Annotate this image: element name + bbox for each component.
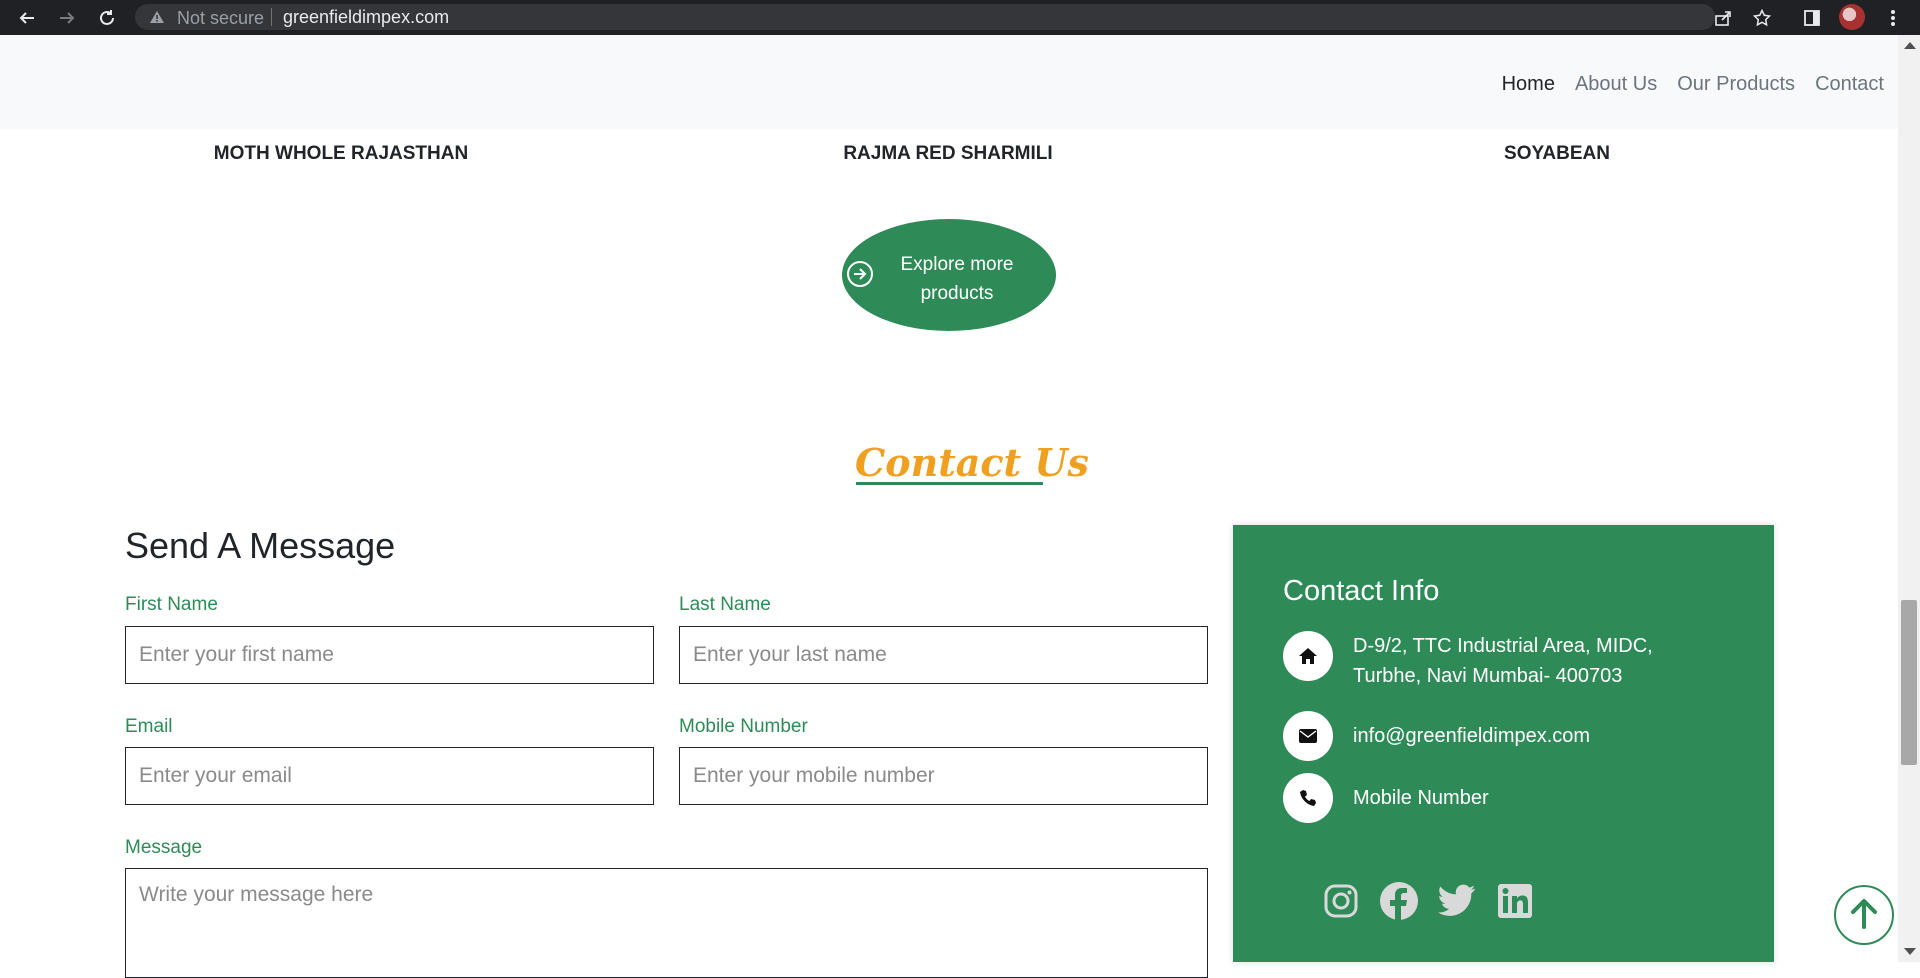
scroll-up-arrow[interactable] xyxy=(1904,42,1916,49)
email-input[interactable] xyxy=(125,747,654,805)
phone-text[interactable]: Mobile Number xyxy=(1353,783,1489,813)
address-row: D-9/2, TTC Industrial Area, MIDC, Turbhe… xyxy=(1283,631,1673,691)
security-label: Not secure xyxy=(177,8,265,28)
form-heading: Send A Message xyxy=(125,525,396,566)
phone-row: Mobile Number xyxy=(1283,773,1489,823)
contact-section-title: Contact Us xyxy=(855,440,1089,485)
nav-our-products[interactable]: Our Products xyxy=(1677,73,1795,96)
scrollbar-thumb[interactable] xyxy=(1901,600,1917,765)
url-text[interactable]: greenfieldimpex.com xyxy=(283,7,449,28)
side-panel-icon[interactable] xyxy=(1799,5,1825,31)
omnibox-divider xyxy=(271,8,272,26)
site-navbar: Home About Us Our Products Contact xyxy=(0,35,1898,129)
last-name-input[interactable] xyxy=(679,626,1208,684)
profile-avatar[interactable] xyxy=(1839,4,1865,30)
nav-contact[interactable]: Contact xyxy=(1815,73,1884,96)
phone-icon xyxy=(1283,773,1333,823)
share-icon[interactable] xyxy=(1710,5,1736,31)
back-to-top-button[interactable] xyxy=(1834,885,1894,945)
star-icon[interactable] xyxy=(1749,5,1775,31)
product-title: SOYABEAN xyxy=(1504,143,1610,164)
contact-info-panel: Contact Info D-9/2, TTC Industrial Area,… xyxy=(1233,525,1774,962)
twitter-icon[interactable] xyxy=(1437,881,1477,921)
explore-more-button[interactable]: Explore more products xyxy=(842,219,1056,331)
scroll-down-arrow[interactable] xyxy=(1904,948,1916,955)
mobile-label: Mobile Number xyxy=(679,716,808,737)
arrow-circle-right-icon xyxy=(846,260,874,288)
email-row: info@greenfieldimpex.com xyxy=(1283,711,1590,761)
explore-more-label: Explore more products xyxy=(900,254,1014,304)
product-title: RAJMA RED SHARMILI xyxy=(843,143,1053,164)
facebook-icon[interactable] xyxy=(1379,881,1419,921)
browser-toolbar: Not secure greenfieldimpex.com xyxy=(0,0,1920,35)
address-text: D-9/2, TTC Industrial Area, MIDC, Turbhe… xyxy=(1353,635,1653,687)
product-title: MOTH WHOLE RAJASTHAN xyxy=(213,143,469,164)
arrow-up-icon xyxy=(1849,897,1879,934)
back-icon[interactable] xyxy=(14,5,40,31)
mobile-input[interactable] xyxy=(679,747,1208,805)
last-name-label: Last Name xyxy=(679,594,771,615)
nav-links: Home About Us Our Products Contact xyxy=(1502,73,1884,96)
envelope-icon xyxy=(1283,711,1333,761)
address-bar[interactable]: Not secure greenfieldimpex.com xyxy=(135,4,1715,30)
social-links xyxy=(1321,881,1535,921)
reload-icon[interactable] xyxy=(94,5,120,31)
contact-info-title: Contact Info xyxy=(1283,575,1440,607)
email-label: Email xyxy=(125,716,173,737)
message-label: Message xyxy=(125,837,203,858)
page-scrollbar[interactable] xyxy=(1898,35,1920,962)
home-icon xyxy=(1283,631,1333,681)
menu-icon[interactable] xyxy=(1880,5,1906,31)
email-text[interactable]: info@greenfieldimpex.com xyxy=(1353,721,1590,751)
title-underline xyxy=(856,482,1043,485)
first-name-label: First Name xyxy=(125,594,218,615)
linkedin-icon[interactable] xyxy=(1495,881,1535,921)
nav-about-us[interactable]: About Us xyxy=(1575,73,1657,96)
warning-icon xyxy=(149,10,165,29)
forward-icon[interactable] xyxy=(54,5,80,31)
instagram-icon[interactable] xyxy=(1321,881,1361,921)
nav-home[interactable]: Home xyxy=(1502,73,1555,96)
first-name-input[interactable] xyxy=(125,626,654,684)
